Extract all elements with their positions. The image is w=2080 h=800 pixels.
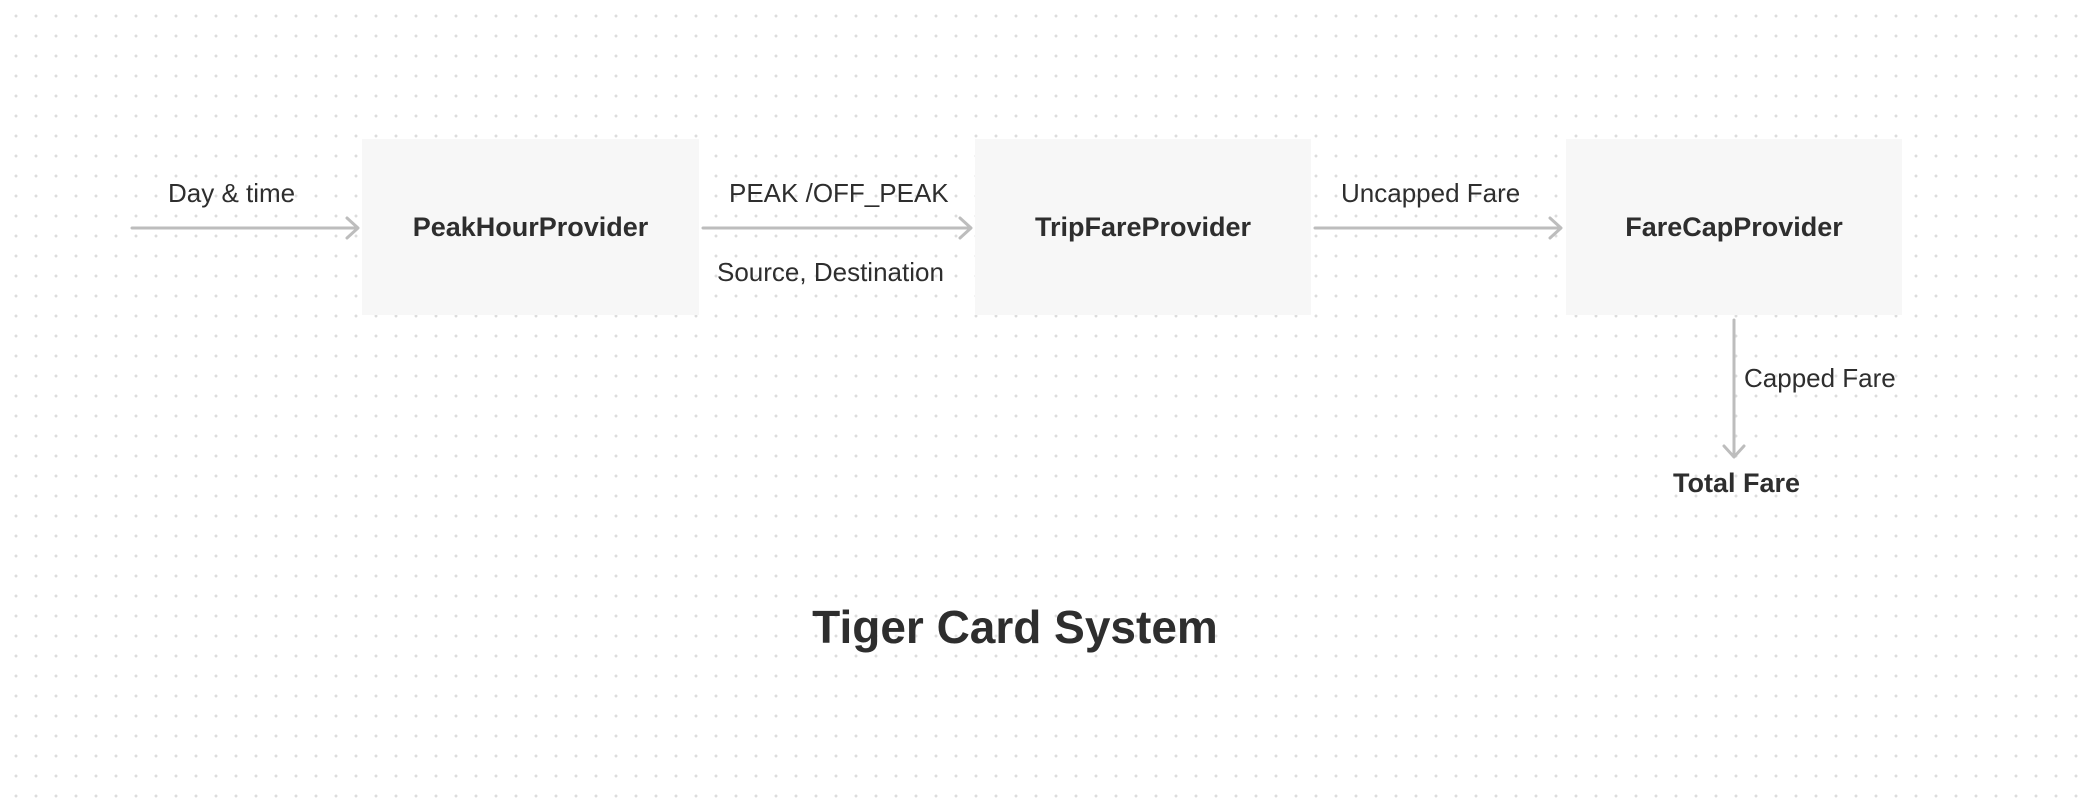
capped-fare-label: Capped Fare [1744, 363, 1896, 393]
connector-layer [130, 216, 1746, 459]
uncapped-fare-label: Uncapped Fare [1341, 178, 1521, 208]
arrow-day-time-to-peak-hour [130, 216, 360, 240]
source-destination-label: Source, Destination [717, 257, 944, 287]
trip-fare-provider-node[interactable]: TripFareProvider [975, 139, 1311, 315]
diagram-canvas: PeakHourProvider TripFareProvider FareCa… [0, 0, 2080, 800]
arrow-peak-hour-to-trip-fare [701, 216, 973, 240]
fare-cap-provider-node[interactable]: FareCapProvider [1566, 139, 1902, 315]
diagram-title: Tiger Card System [812, 601, 1218, 653]
arrow-trip-fare-to-fare-cap [1313, 216, 1563, 240]
trip-fare-provider-label: TripFareProvider [1034, 211, 1252, 242]
total-fare-output: Total Fare [1673, 468, 1801, 498]
peak-off-peak-label: PEAK /OFF_PEAK [729, 178, 949, 208]
fare-cap-provider-label: FareCapProvider [1625, 211, 1843, 242]
arrow-fare-cap-to-total-fare [1722, 318, 1746, 459]
day-time-label: Day & time [168, 178, 296, 208]
peak-hour-provider-node[interactable]: PeakHourProvider [362, 139, 699, 315]
peak-hour-provider-label: PeakHourProvider [412, 211, 649, 242]
